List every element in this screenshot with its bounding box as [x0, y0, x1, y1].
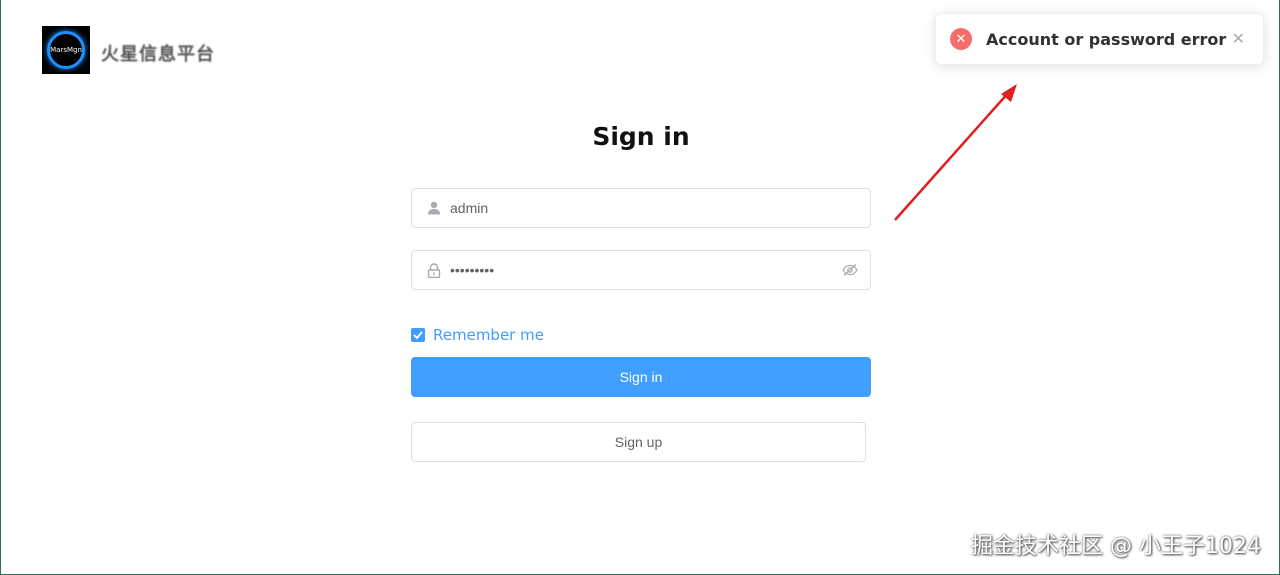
eye-hidden-icon[interactable] — [842, 263, 858, 282]
toast-message: Account or password error — [986, 29, 1227, 49]
password-field[interactable] — [411, 250, 871, 290]
user-icon — [426, 200, 442, 216]
logo-text: MarsMgn — [50, 46, 82, 54]
username-field[interactable] — [411, 188, 871, 228]
brand-name: 火星信息平台 — [101, 44, 215, 65]
sign-up-button[interactable]: Sign up — [411, 422, 866, 462]
remember-checkbox[interactable] — [411, 328, 425, 342]
password-input[interactable] — [450, 262, 830, 278]
page-title: Sign in — [592, 122, 690, 151]
remember-me[interactable]: Remember me — [411, 326, 544, 344]
logo-mark: MarsMgn — [47, 31, 85, 69]
error-x-icon: ✕ — [950, 28, 972, 50]
error-toast: ✕ Account or password error ✕ — [935, 13, 1264, 65]
logo: MarsMgn — [42, 26, 90, 74]
close-icon[interactable]: ✕ — [1232, 29, 1245, 49]
lock-icon — [426, 262, 442, 278]
annotation-arrow — [894, 84, 1017, 221]
sign-in-button[interactable]: Sign in — [411, 357, 871, 397]
username-input[interactable] — [450, 200, 830, 216]
remember-label[interactable]: Remember me — [433, 326, 544, 344]
watermark: 掘金技术社区 @ 小王子1024 — [971, 534, 1261, 559]
